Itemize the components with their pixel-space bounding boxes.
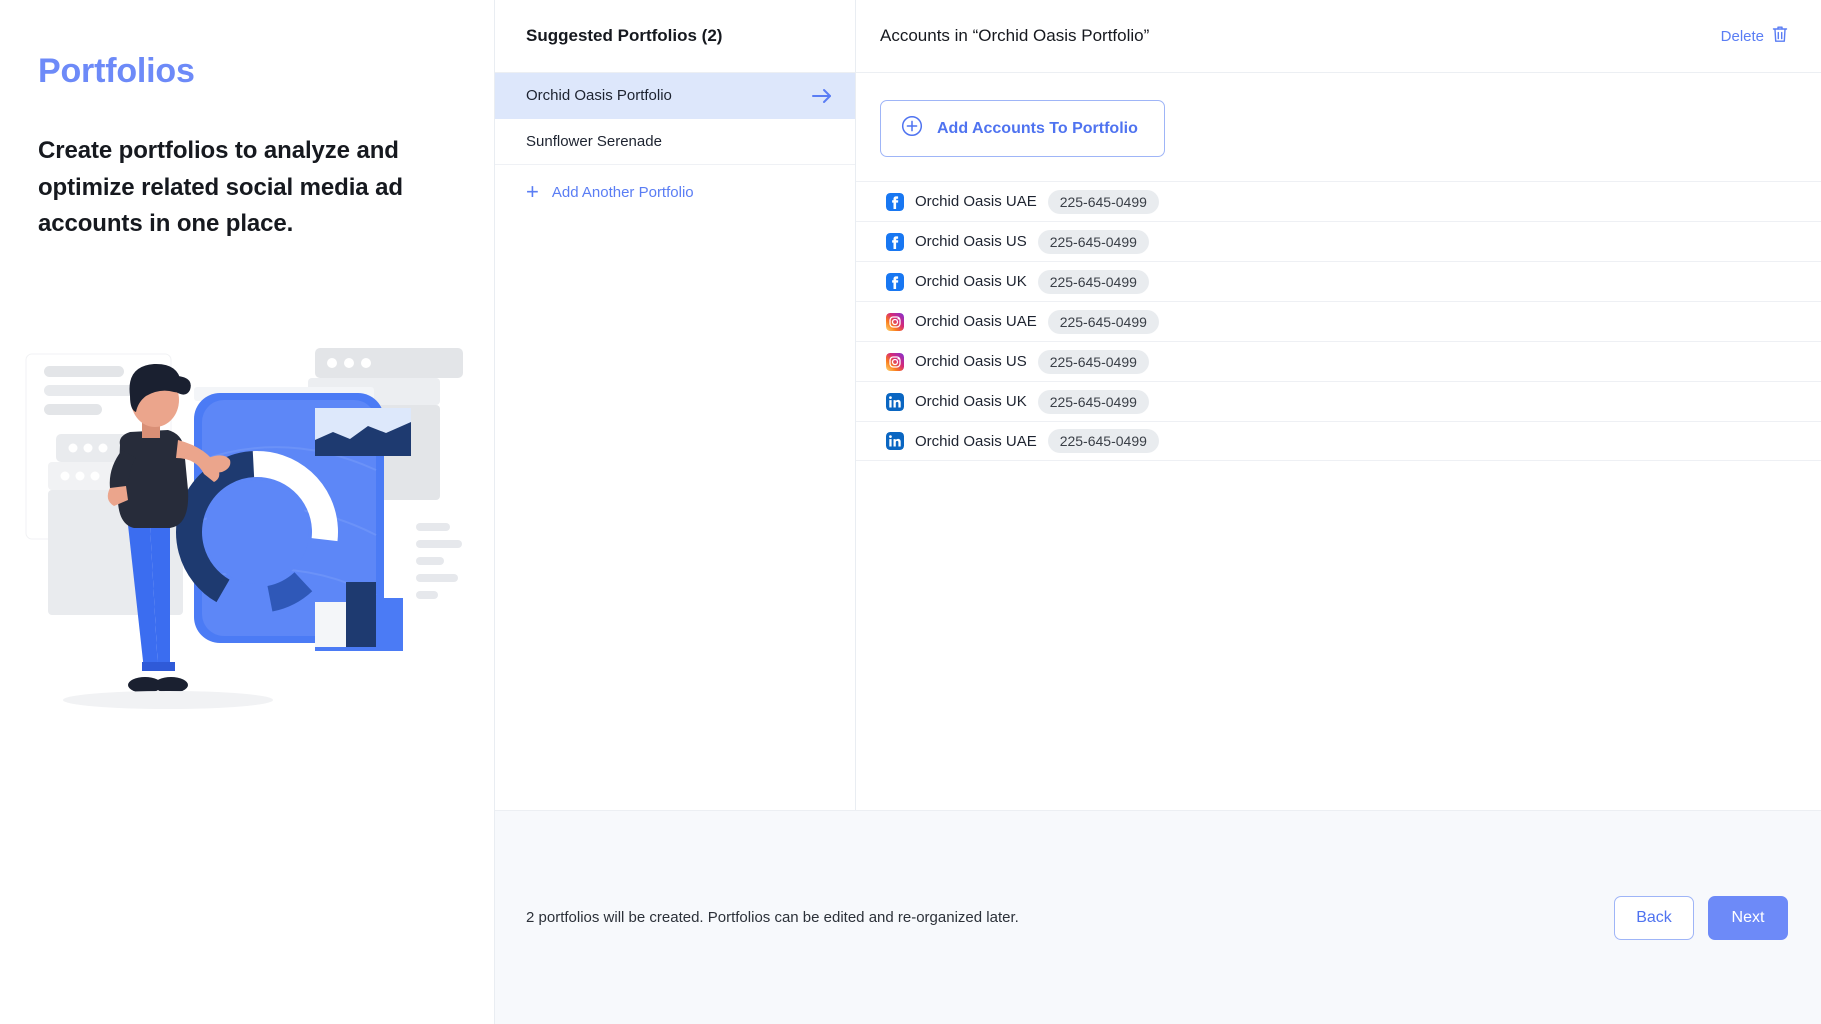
accounts-header: Accounts in “Orchid Oasis Portfolio” Del… <box>856 0 1821 73</box>
account-row[interactable]: Orchid Oasis UAE 225-645-0499 <box>856 421 1821 461</box>
delete-label: Delete <box>1720 27 1764 45</box>
account-id-badge: 225-645-0499 <box>1037 389 1149 414</box>
account-row[interactable]: Orchid Oasis UK 225-645-0499 <box>856 381 1821 421</box>
account-name: Orchid Oasis US <box>915 353 1027 370</box>
account-name: Orchid Oasis UAE <box>915 432 1037 450</box>
account-id-badge: 225-645-0499 <box>1047 189 1159 214</box>
account-name: Orchid Oasis US <box>915 233 1027 250</box>
account-row[interactable]: Orchid Oasis UAE 225-645-0499 <box>856 181 1821 221</box>
portfolio-item-label: Sunflower Serenade <box>526 133 662 150</box>
plus-icon: + <box>526 179 539 204</box>
wizard-footer: 2 portfolios will be created. Portfolios… <box>495 810 1821 1024</box>
account-row[interactable]: Orchid Oasis UK 225-645-0499 <box>856 261 1821 301</box>
page-title: Portfolios <box>38 52 195 90</box>
linkedin-icon <box>886 432 904 450</box>
accounts-list: Orchid Oasis UAE 225-645-0499 Orchid Oasis… <box>856 181 1821 461</box>
hero-subtitle: Create portfolios to analyze and optimiz… <box>38 137 403 238</box>
account-id-badge: 225-645-0499 <box>1047 429 1159 453</box>
plus-circle-icon <box>901 115 923 142</box>
trash-icon <box>1772 25 1788 47</box>
portfolio-list-item-sunflower-serenade[interactable]: Sunflower Serenade <box>495 119 855 165</box>
portfolio-item-label: Orchid Oasis Portfolio <box>526 87 672 104</box>
add-accounts-bar: Add Accounts To Portfolio <box>856 73 1821 181</box>
accounts-panel-title: Accounts in “Orchid Oasis Portfolio” <box>880 26 1150 45</box>
account-name: Orchid Oasis UAE <box>915 313 1037 330</box>
add-another-portfolio-label: Add Another Portfolio <box>551 183 694 201</box>
portfolio-list-item-orchid-oasis-portfolio[interactable]: Orchid Oasis Portfolio <box>495 73 855 119</box>
add-accounts-label: Add Accounts To Portfolio <box>937 119 1138 137</box>
facebook-icon <box>886 272 904 291</box>
add-another-portfolio-button[interactable]: + Add Another Portfolio <box>495 169 855 215</box>
account-row[interactable]: Orchid Oasis UAE 225-645-0499 <box>856 301 1821 341</box>
footer-buttons: Back Next <box>1614 895 1788 940</box>
hero-panel: Portfolios Create portfolios to analyze … <box>0 0 495 1024</box>
facebook-icon <box>886 192 904 211</box>
add-accounts-to-portfolio-button[interactable]: Add Accounts To Portfolio <box>880 100 1165 157</box>
instagram-icon <box>886 312 904 331</box>
instagram-icon <box>886 352 904 371</box>
account-row[interactable]: Orchid Oasis US 225-645-0499 <box>856 341 1821 381</box>
suggested-portfolios-heading: Suggested Portfolios (2) <box>495 0 855 73</box>
portfolios-wizard: Portfolios Create portfolios to analyze … <box>0 0 1821 1024</box>
account-row[interactable]: Orchid Oasis US 225-645-0499 <box>856 221 1821 261</box>
back-button[interactable]: Back <box>1614 895 1694 940</box>
account-id-badge: 225-645-0499 <box>1047 309 1159 334</box>
account-id-badge: 225-645-0499 <box>1037 269 1149 294</box>
next-button[interactable]: Next <box>1708 895 1788 940</box>
arrow-right-icon[interactable] <box>811 87 833 105</box>
account-id-badge: 225-645-0499 <box>1037 349 1149 374</box>
facebook-icon <box>886 232 904 251</box>
account-name: Orchid Oasis UAE <box>915 193 1037 210</box>
account-name: Orchid Oasis UK <box>915 273 1027 290</box>
account-name: Orchid Oasis UK <box>915 393 1027 410</box>
person-with-analytics-dashboard-illustration <box>18 340 478 710</box>
linkedin-icon <box>886 392 904 411</box>
footer-note: 2 portfolios will be created. Portfolios… <box>526 909 1019 926</box>
delete-button[interactable]: Delete <box>1721 25 1788 47</box>
account-id-badge: 225-645-0499 <box>1037 229 1149 254</box>
